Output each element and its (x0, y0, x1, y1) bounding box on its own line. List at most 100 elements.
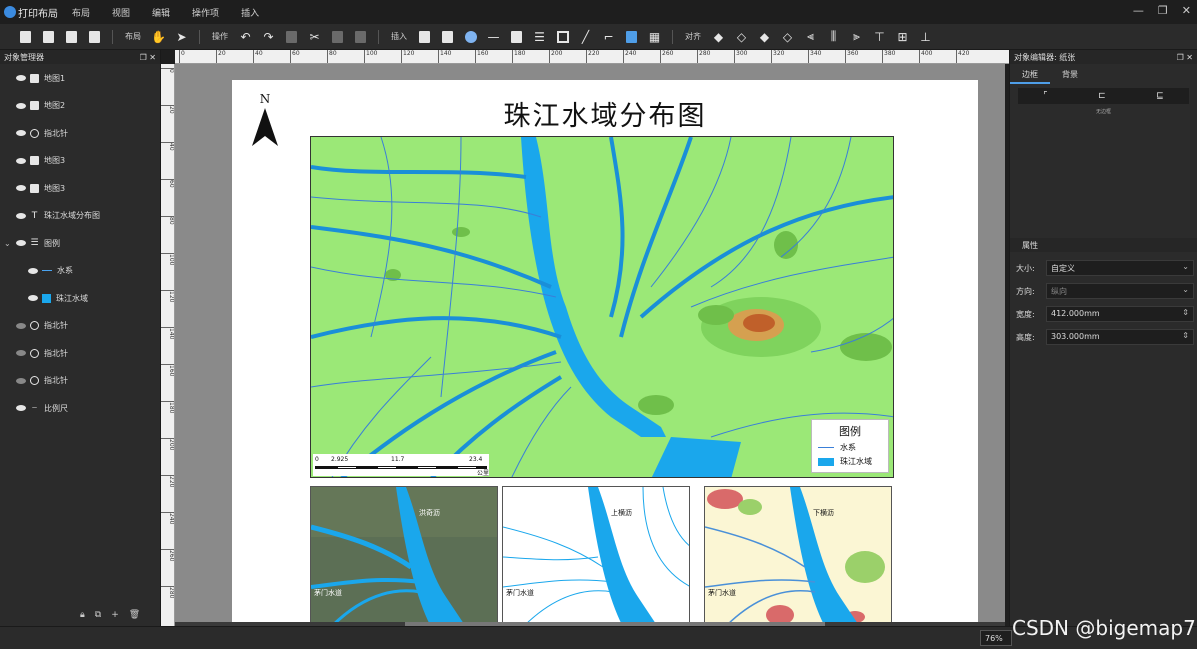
border-single-icon[interactable]: ⊏ (1098, 91, 1106, 101)
ruler-tick: 180 (512, 50, 525, 63)
align-bottom-icon[interactable]: ⊥ (918, 29, 933, 44)
layer-item[interactable]: T 珠江水域分布图 (16, 208, 100, 224)
bring-front-icon[interactable]: ◆ (757, 29, 772, 44)
menu-operations[interactable]: 操作项 (192, 6, 219, 19)
menu-layout[interactable]: 布局 (72, 6, 90, 19)
visibility-eye-icon[interactable] (16, 102, 26, 109)
border-style-picker[interactable]: ⌜ ⊏ ⊑ (1018, 88, 1189, 104)
landuse-map-thumbnail[interactable]: 下横沥 茅门水道 (704, 486, 892, 626)
lower-layer-icon[interactable]: ◇ (734, 29, 749, 44)
insert-polyline-icon[interactable]: ⌐ (601, 29, 616, 44)
visibility-eye-icon[interactable] (28, 267, 38, 274)
height-spinbox[interactable]: 303.000mm ⇕ (1046, 329, 1194, 345)
insert-list-icon[interactable]: ☰ (532, 29, 547, 44)
layer-item[interactable]: 地图3 (16, 180, 65, 196)
insert-globe-icon[interactable] (463, 29, 478, 44)
new-icon[interactable] (18, 29, 33, 44)
send-back-icon[interactable]: ◇ (780, 29, 795, 44)
insert-table-icon[interactable]: ▦ (647, 29, 662, 44)
redo-icon[interactable]: ↷ (261, 29, 276, 44)
tab-background[interactable]: 背景 (1050, 66, 1090, 84)
layout-page[interactable]: N 珠江水域分布图 图例 水系 珠江水域 0 2.925 11.7 23.4 公… (232, 80, 978, 636)
print-icon[interactable] (87, 29, 102, 44)
layer-label: 地图3 (44, 183, 66, 193)
orientation-select[interactable]: 纵向 ⌄ (1046, 283, 1194, 299)
layer-item[interactable]: ⌄ ☰ 图例 (4, 235, 60, 251)
insert-map-icon[interactable] (417, 29, 432, 44)
ruler-tick: 240 (623, 50, 636, 63)
insert-legend-icon[interactable] (509, 29, 524, 44)
layer-item[interactable]: ⎯ 比例尺 (16, 400, 68, 416)
visibility-eye-icon[interactable] (16, 322, 26, 329)
insert-image-icon[interactable] (440, 29, 455, 44)
visibility-eye-icon[interactable] (16, 405, 26, 411)
insert-scalebar-icon[interactable]: — (486, 29, 501, 44)
layer-item[interactable]: 指北针 (16, 125, 68, 141)
export-image-icon[interactable] (64, 29, 79, 44)
toolbar-divider (199, 29, 200, 44)
visibility-eye-icon[interactable] (16, 185, 26, 191)
satellite-map-thumbnail[interactable]: 洪奇沥 茅门水道 (310, 486, 498, 626)
pan-hand-icon[interactable]: ✋ (151, 29, 166, 44)
maximize-button[interactable]: ❐ (1158, 4, 1168, 17)
copy-icon[interactable] (284, 29, 299, 44)
lock-icon[interactable]: 🔒︎ (80, 610, 85, 620)
menu-view[interactable]: 视图 (112, 6, 130, 19)
cut-icon[interactable]: ✂ (307, 29, 322, 44)
border-none-icon[interactable]: ⌜ (1043, 91, 1047, 101)
insert-text-icon[interactable] (624, 29, 639, 44)
align-center-icon[interactable]: ⫼ (826, 29, 841, 44)
delete-icon[interactable] (353, 29, 368, 44)
align-left-icon[interactable]: ⫷ (803, 29, 818, 44)
align-right-icon[interactable]: ⫸ (849, 29, 864, 44)
layer-item[interactable]: 指北针 (16, 373, 68, 389)
save-icon[interactable] (41, 29, 56, 44)
visibility-eye-icon[interactable] (16, 240, 26, 246)
chevron-down-icon[interactable]: ⌄ (4, 239, 11, 248)
layer-item[interactable]: 地图2 (16, 98, 65, 114)
panel-controls[interactable]: ❐ ✕ (1177, 53, 1193, 62)
paste-icon[interactable] (330, 29, 345, 44)
legend-box[interactable]: 图例 水系 珠江水域 (811, 419, 889, 473)
delete-icon[interactable]: 🗑︎ (129, 610, 140, 620)
undo-icon[interactable]: ↶ (238, 29, 253, 44)
zoom-level-field[interactable]: 76% (980, 630, 1012, 646)
visibility-eye-icon[interactable] (28, 295, 38, 301)
layer-item[interactable]: 指北针 (16, 345, 68, 361)
close-button[interactable]: ✕ (1182, 4, 1191, 17)
insert-rectangle-icon[interactable] (555, 29, 570, 44)
menu-edit[interactable]: 编辑 (152, 6, 170, 19)
visibility-eye-icon[interactable] (16, 350, 26, 356)
visibility-eye-icon[interactable] (16, 212, 26, 219)
add-icon[interactable]: + (111, 610, 119, 620)
layer-item[interactable]: 指北针 (16, 318, 68, 334)
raise-layer-icon[interactable]: ◆ (711, 29, 726, 44)
width-spinbox[interactable]: 412.000mm ⇕ (1046, 306, 1194, 322)
visibility-eye-icon[interactable] (16, 157, 26, 164)
visibility-eye-icon[interactable] (16, 130, 26, 136)
hill-area (743, 314, 775, 332)
panel-controls[interactable]: ❐ ✕ (140, 53, 156, 62)
layer-item[interactable]: 地图3 (16, 153, 65, 169)
copy-icon[interactable]: ⧉ (95, 610, 101, 620)
menu-insert[interactable]: 插入 (241, 6, 259, 19)
map-folder-icon (30, 73, 39, 83)
river-line-map-thumbnail[interactable]: 上横沥 茅门水道 (502, 486, 690, 626)
map-title[interactable]: 珠江水域分布图 (232, 94, 978, 133)
layer-item[interactable]: 地图1 (16, 70, 65, 86)
layer-item[interactable]: 珠江水域 (28, 290, 88, 306)
align-top-icon[interactable]: ⊤ (872, 29, 887, 44)
align-middle-icon[interactable]: ⊞ (895, 29, 910, 44)
visibility-eye-icon[interactable] (16, 75, 26, 81)
minimize-button[interactable]: — (1133, 4, 1144, 17)
layout-canvas[interactable]: 0 20 40 60 80 100 120 140 160 180 200 220 240 260 280 3… (161, 50, 1009, 636)
select-pointer-icon[interactable]: ➤ (174, 29, 189, 44)
insert-line-icon[interactable]: ╱ (578, 29, 593, 44)
tab-border[interactable]: 边框 (1010, 66, 1050, 84)
visibility-eye-icon[interactable] (16, 377, 26, 384)
size-select[interactable]: 自定义 ⌄ (1046, 260, 1194, 276)
scale-bar[interactable]: 0 2.925 11.7 23.4 公里 (313, 454, 489, 477)
main-map-frame[interactable]: 图例 水系 珠江水域 0 2.925 11.7 23.4 公里 (310, 136, 894, 478)
layer-item[interactable]: 水系 (28, 263, 73, 279)
border-double-icon[interactable]: ⊑ (1156, 91, 1164, 101)
